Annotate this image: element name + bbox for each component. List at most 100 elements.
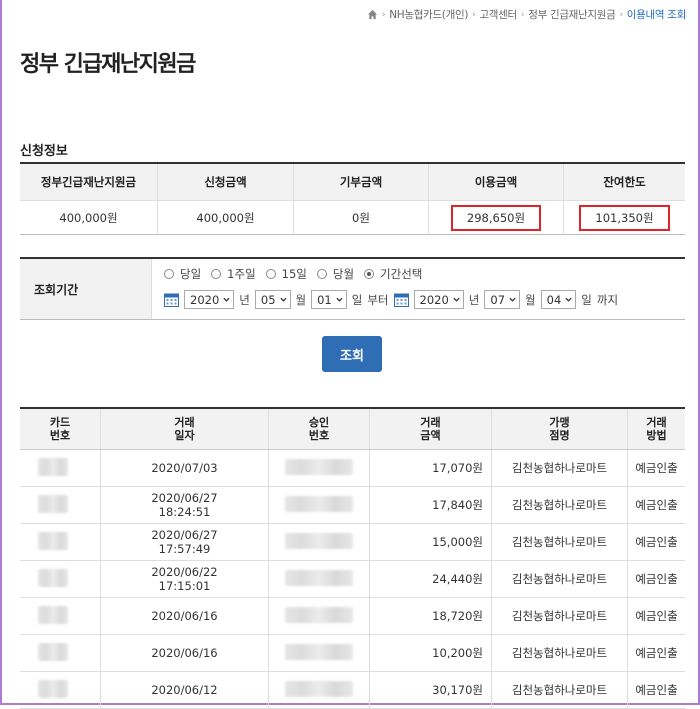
info-header-applied: 신청금액 <box>157 163 294 201</box>
info-header-fund: 정부긴급재난지원금 <box>20 163 158 201</box>
application-info-table: 정부긴급재난지원금 신청금액 기부금액 이용금액 잔여한도 400,000원 4… <box>20 162 685 235</box>
month-unit: 월 <box>525 292 536 307</box>
merchant-name: 김천농협하나로마트 <box>511 461 608 475</box>
start-month-select[interactable]: 05 <box>254 290 291 309</box>
transaction-date: 2020/06/16 <box>151 646 218 660</box>
approval-cell <box>268 449 370 487</box>
method-cell: 예금인출 <box>627 449 685 487</box>
masked-card-number <box>38 642 68 661</box>
end-year-select[interactable]: 2020 <box>413 290 464 309</box>
approval-cell <box>268 560 370 598</box>
masked-card-number <box>38 679 68 698</box>
masked-card-number <box>38 457 68 476</box>
transaction-method: 예금인출 <box>635 646 678 660</box>
transaction-amount: 18,720원 <box>432 609 483 623</box>
transaction-date: 2020/06/27 18:24:51 <box>151 491 218 519</box>
date-cell: 2020/07/03 <box>100 449 269 487</box>
search-button[interactable]: 조회 <box>322 336 382 372</box>
radio-1week[interactable]: 1주일 <box>211 266 256 282</box>
end-month-select[interactable]: 07 <box>484 290 521 309</box>
calendar-icon[interactable] <box>393 292 409 307</box>
amount-cell: 24,440원 <box>369 560 492 598</box>
breadcrumb-item-card[interactable]: NH농협카드(개인) <box>389 7 468 22</box>
chevron-down-icon <box>223 297 230 302</box>
radio-this-month[interactable]: 당월 <box>316 266 354 282</box>
end-day-select[interactable]: 04 <box>540 290 577 309</box>
month-unit: 월 <box>295 292 307 307</box>
col-approval-number: 승인 번호 <box>268 408 370 450</box>
card-number-cell <box>20 523 101 561</box>
day-unit: 일 <box>581 292 592 307</box>
method-cell: 예금인출 <box>627 597 685 635</box>
amount-cell: 15,000원 <box>369 523 492 561</box>
transaction-method: 예금인출 <box>635 609 678 623</box>
merchant-name: 김천농협하나로마트 <box>511 498 608 512</box>
transaction-amount: 30,170원 <box>432 683 483 697</box>
table-row: 2020/06/16 10,200원 김천농협하나로마트 예금인출 <box>20 634 685 672</box>
radio-label: 당일 <box>180 267 202 281</box>
amount-cell: 17,840원 <box>369 486 492 524</box>
breadcrumb-item-customer-center[interactable]: 고객센터 <box>479 7 517 22</box>
transaction-rows: 2020/07/03 17,070원 김천농협하나로마트 예금인출 2020/06/27… <box>20 449 685 709</box>
info-value-donated: 0원 <box>293 200 429 235</box>
radio-label: 기간선택 <box>380 267 423 281</box>
masked-approval-number <box>285 569 353 586</box>
start-year-select[interactable]: 2020 <box>184 290 235 309</box>
radio-label: 15일 <box>281 267 307 281</box>
start-day-select[interactable]: 01 <box>311 290 347 309</box>
transaction-method: 예금인출 <box>635 461 678 475</box>
info-header-remaining: 잔여한도 <box>563 163 685 201</box>
from-label: 부터 <box>367 292 389 307</box>
table-row: 2020/07/03 17,070원 김천농협하나로마트 예금인출 <box>20 449 685 487</box>
col-card-number: 카드 번호 <box>20 408 101 450</box>
transaction-table: 카드 번호 거래 일자 승인 번호 거래 금액 가맹 점명 거래 방법 2020… <box>20 407 685 709</box>
amount-cell: 17,070원 <box>369 449 492 487</box>
year-unit: 년 <box>239 292 250 307</box>
transaction-date: 2020/06/27 17:57:49 <box>151 528 218 556</box>
transaction-date: 2020/06/12 <box>151 683 218 697</box>
radio-circle[interactable] <box>211 269 222 279</box>
date-cell: 2020/06/16 <box>100 634 269 672</box>
date-cell: 2020/06/27 18:24:51 <box>100 486 269 524</box>
transaction-method: 예금인출 <box>635 683 678 697</box>
radio-circle[interactable] <box>265 269 276 279</box>
method-cell: 예금인출 <box>627 523 685 561</box>
transaction-date: 2020/06/16 <box>151 609 218 623</box>
date-cell: 2020/06/27 17:57:49 <box>100 523 269 561</box>
period-label: 조회기간 <box>20 259 152 319</box>
masked-approval-number <box>285 643 353 660</box>
radio-custom-range[interactable]: 기간선택 <box>364 266 422 282</box>
end-month-value: 07 <box>490 292 506 307</box>
radio-circle-selected[interactable] <box>364 269 375 279</box>
calendar-icon[interactable] <box>164 292 179 307</box>
approval-cell <box>268 523 370 561</box>
masked-approval-number <box>285 532 353 549</box>
radio-circle[interactable] <box>316 269 327 279</box>
period-controls: 당일 1주일 15일 당월 기간선택 2020 년 05 월 01 일 부터 2… <box>152 259 685 319</box>
period-filter: 조회기간 당일 1주일 15일 당월 기간선택 2020 년 05 월 01 일… <box>20 257 685 320</box>
table-row: 2020/06/27 17:57:49 15,000원 김천농협하나로마트 예금인출 <box>20 523 685 561</box>
breadcrumb-item-disaster-fund[interactable]: 정부 긴급재난지원금 <box>528 7 616 22</box>
end-year-value: 2020 <box>419 292 449 307</box>
date-cell: 2020/06/16 <box>100 597 269 635</box>
radio-circle[interactable] <box>164 269 174 279</box>
page-title: 정부 긴급재난지원금 <box>20 52 196 77</box>
year-unit: 년 <box>468 292 480 307</box>
amount-cell: 18,720원 <box>369 597 492 635</box>
transaction-amount: 15,000원 <box>432 535 483 549</box>
start-year-value: 2020 <box>190 292 220 307</box>
info-header-used: 이용금액 <box>428 163 564 201</box>
col-transaction-date: 거래 일자 <box>100 408 269 450</box>
breadcrumb-separator: › <box>619 9 623 20</box>
amount-cell: 10,200원 <box>369 634 492 672</box>
transaction-date: 2020/06/22 17:15:01 <box>151 565 218 593</box>
transaction-method: 예금인출 <box>635 535 678 549</box>
masked-card-number <box>38 605 68 624</box>
merchant-name: 김천농협하나로마트 <box>511 683 608 697</box>
home-icon[interactable] <box>367 9 378 20</box>
radio-15days[interactable]: 15일 <box>265 266 307 282</box>
method-cell: 예금인출 <box>627 560 685 598</box>
radio-today[interactable]: 당일 <box>164 266 201 282</box>
transaction-amount: 17,070원 <box>432 461 483 475</box>
card-number-cell <box>20 671 101 709</box>
